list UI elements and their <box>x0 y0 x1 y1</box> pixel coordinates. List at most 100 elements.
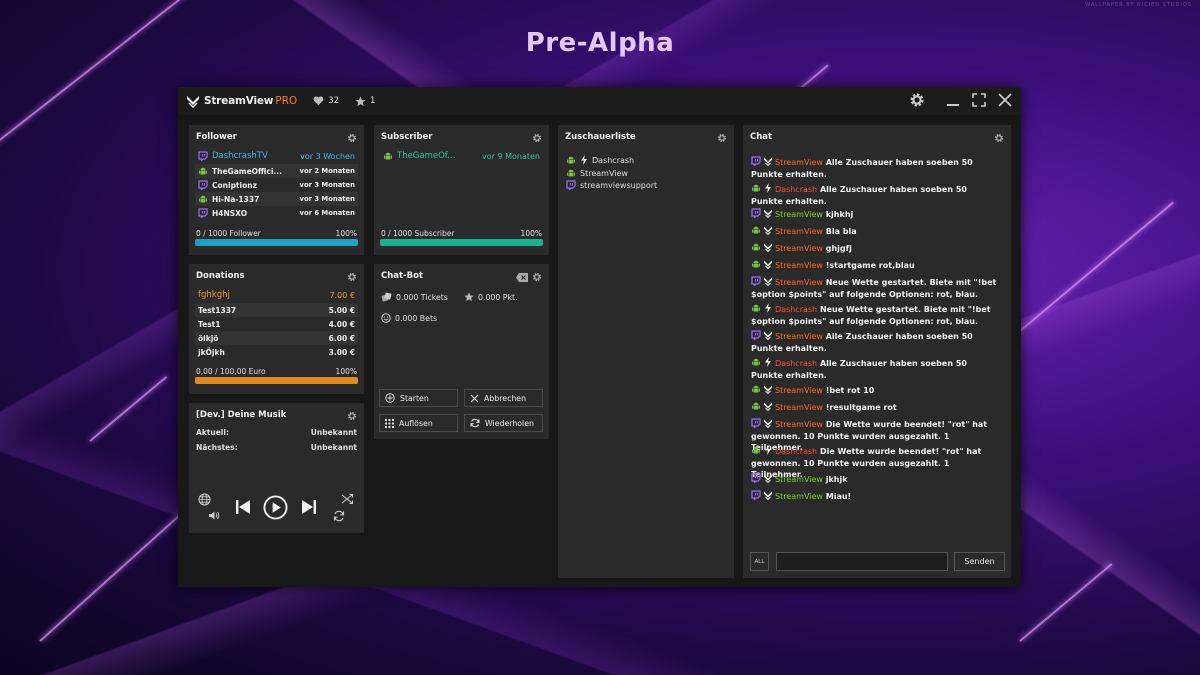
chat-username[interactable]: StreamView <box>775 475 823 484</box>
follower-row[interactable]: Hi-Na-1337 vor 3 Monaten <box>195 192 358 206</box>
chat-message[interactable]: StreamView Miau! <box>751 490 999 503</box>
chat-username[interactable]: StreamView <box>775 244 823 253</box>
chat-message[interactable]: StreamView ghjgfj <box>751 242 999 255</box>
maximize-button[interactable] <box>971 92 987 108</box>
follower-name: TheGameOffici... <box>212 166 282 176</box>
viewer-item[interactable]: StreamView <box>566 168 628 178</box>
smiley-icon <box>381 313 391 323</box>
chat-message[interactable]: StreamView kjhkhj <box>751 208 999 221</box>
repeat-icon[interactable] <box>333 510 345 522</box>
close-button[interactable] <box>997 92 1013 108</box>
chat-username[interactable]: StreamView <box>775 492 823 501</box>
chat-username[interactable]: Dashcrash <box>775 185 817 194</box>
donation-amount: 5.00 € <box>328 305 355 315</box>
repeat-button[interactable]: Wiederholen <box>464 414 543 432</box>
streamview-icon <box>764 385 772 394</box>
volume-icon[interactable] <box>208 510 220 521</box>
subscriber-highlight-name: TheGameOf... <box>397 151 456 161</box>
music-settings-gear-icon[interactable] <box>347 411 357 421</box>
subscriber-progress-bar <box>380 239 543 246</box>
donation-row[interactable]: ölkjö 6.00 € <box>195 331 358 345</box>
donation-progress-pct: 100% <box>335 367 357 376</box>
chat-username[interactable]: StreamView <box>775 158 823 167</box>
chat-username[interactable]: StreamView <box>775 386 823 395</box>
start-button[interactable]: Starten <box>379 389 458 407</box>
donation-highlight-row[interactable]: fghkghj 7.00 € <box>195 288 358 302</box>
follower-progress-text: 0 / 1000 Follower <box>196 229 261 238</box>
chat-username[interactable]: StreamView <box>775 332 823 341</box>
next-track-icon[interactable] <box>301 499 317 515</box>
chat-username[interactable]: StreamView <box>775 278 823 287</box>
chat-message[interactable]: StreamView !resultgame rot <box>751 401 999 414</box>
follower-time: vor 6 Monaten <box>299 209 355 217</box>
chat-message[interactable]: StreamView Bla bla <box>751 225 999 238</box>
cancel-button[interactable]: Abbrechen <box>464 389 543 407</box>
previous-track-icon[interactable] <box>235 499 251 515</box>
donation-row[interactable]: Test1337 5.00 € <box>195 303 358 317</box>
viewer-item[interactable]: Dashcrash <box>566 155 634 165</box>
current-track-row: Aktuell: Unbekannt <box>196 428 357 437</box>
streamview-logo-icon <box>187 96 199 108</box>
chat-send-button[interactable]: Senden <box>954 552 1005 571</box>
chat-username[interactable]: Dashcrash <box>775 447 817 456</box>
follower-row[interactable]: Coniptionz vor 3 Monaten <box>195 178 358 192</box>
twitch-icon <box>751 208 761 218</box>
background-streak <box>0 0 198 172</box>
chat-message-input[interactable] <box>776 552 948 571</box>
chat-username[interactable]: StreamView <box>775 210 823 219</box>
chat-message[interactable]: StreamView !bet rot 10 <box>751 384 999 397</box>
play-icon[interactable] <box>263 495 288 520</box>
viewer-list-settings-gear-icon[interactable] <box>717 133 727 143</box>
chatbot-panel: Chat-Bot 0.000 Tickets 0.000 Pkt. 0.000 … <box>374 264 549 439</box>
shuffle-icon[interactable] <box>341 493 354 505</box>
chat-username[interactable]: StreamView <box>775 420 823 429</box>
chatbot-settings-gear-icon[interactable] <box>532 272 542 282</box>
clear-icon[interactable] <box>516 273 528 282</box>
android-icon <box>752 226 760 234</box>
subscriber-highlight-time: vor 9 Monaten <box>482 151 540 161</box>
chat-message[interactable]: Dashcrash Alle Zuschauer haben soeben 50… <box>751 357 999 381</box>
donations-settings-gear-icon[interactable] <box>347 272 357 282</box>
android-icon <box>752 385 760 393</box>
donation-name: Test1 <box>198 319 221 329</box>
chat-username[interactable]: Dashcrash <box>775 359 817 368</box>
twitch-icon <box>751 330 761 340</box>
chat-username[interactable]: StreamView <box>775 227 823 236</box>
viewer-item[interactable]: streamviewsupport <box>566 180 657 190</box>
follower-settings-gear-icon[interactable] <box>347 133 357 143</box>
chat-message[interactable]: StreamView Alle Zuschauer haben soeben 5… <box>751 330 999 354</box>
globe-icon[interactable] <box>198 493 211 506</box>
lightning-icon <box>765 183 771 193</box>
subscriber-highlight-row[interactable]: TheGameOf... vor 9 Monaten <box>380 149 543 163</box>
follower-row[interactable]: TheGameOffici... vor 2 Monaten <box>195 164 358 178</box>
chat-message[interactable]: StreamView Alle Zuschauer haben soeben 5… <box>751 156 999 180</box>
donation-row[interactable]: jkÖjkh 3.00 € <box>195 345 358 359</box>
minimize-button[interactable] <box>945 92 961 108</box>
chat-channel-all-button[interactable]: ALL <box>750 552 769 571</box>
settings-button[interactable] <box>909 92 925 108</box>
donation-row[interactable]: Test1 4.00 € <box>195 317 358 331</box>
twitch-icon <box>751 276 761 286</box>
chat-settings-gear-icon[interactable] <box>994 133 1004 143</box>
chat-message[interactable]: Dashcrash Neue Wette gestartet. Biete mi… <box>751 303 999 327</box>
subscriber-settings-gear-icon[interactable] <box>532 133 542 143</box>
viewer-name: streamviewsupport <box>580 180 658 190</box>
android-icon <box>567 169 575 177</box>
follower-highlight-row[interactable]: DashcrashTV vor 3 Wochen <box>195 149 358 163</box>
chat-message[interactable]: StreamView !startgame rot,blau <box>751 259 999 272</box>
twitch-icon <box>198 180 208 190</box>
resolve-button[interactable]: Auflösen <box>379 414 458 432</box>
app-edition: PRO <box>275 95 298 107</box>
music-title: [Dev.] Deine Musik <box>196 410 287 420</box>
chat-username[interactable]: Dashcrash <box>775 305 817 314</box>
titlebar: StreamView PRO 32 1 <box>178 87 1021 115</box>
follower-row[interactable]: H4NSXO vor 6 Monaten <box>195 206 358 220</box>
follower-title: Follower <box>196 132 237 142</box>
chat-message[interactable]: Dashcrash Alle Zuschauer haben soeben 50… <box>751 183 999 207</box>
tickets-stat: 0.000 Tickets <box>381 292 448 302</box>
chat-message[interactable]: StreamView Neue Wette gestartet. Biete m… <box>751 276 999 300</box>
chat-message[interactable]: StreamView jkhjk <box>751 473 999 486</box>
chat-username[interactable]: StreamView <box>775 261 823 270</box>
likes-count: 32 <box>328 96 340 106</box>
chat-username[interactable]: StreamView <box>775 403 823 412</box>
